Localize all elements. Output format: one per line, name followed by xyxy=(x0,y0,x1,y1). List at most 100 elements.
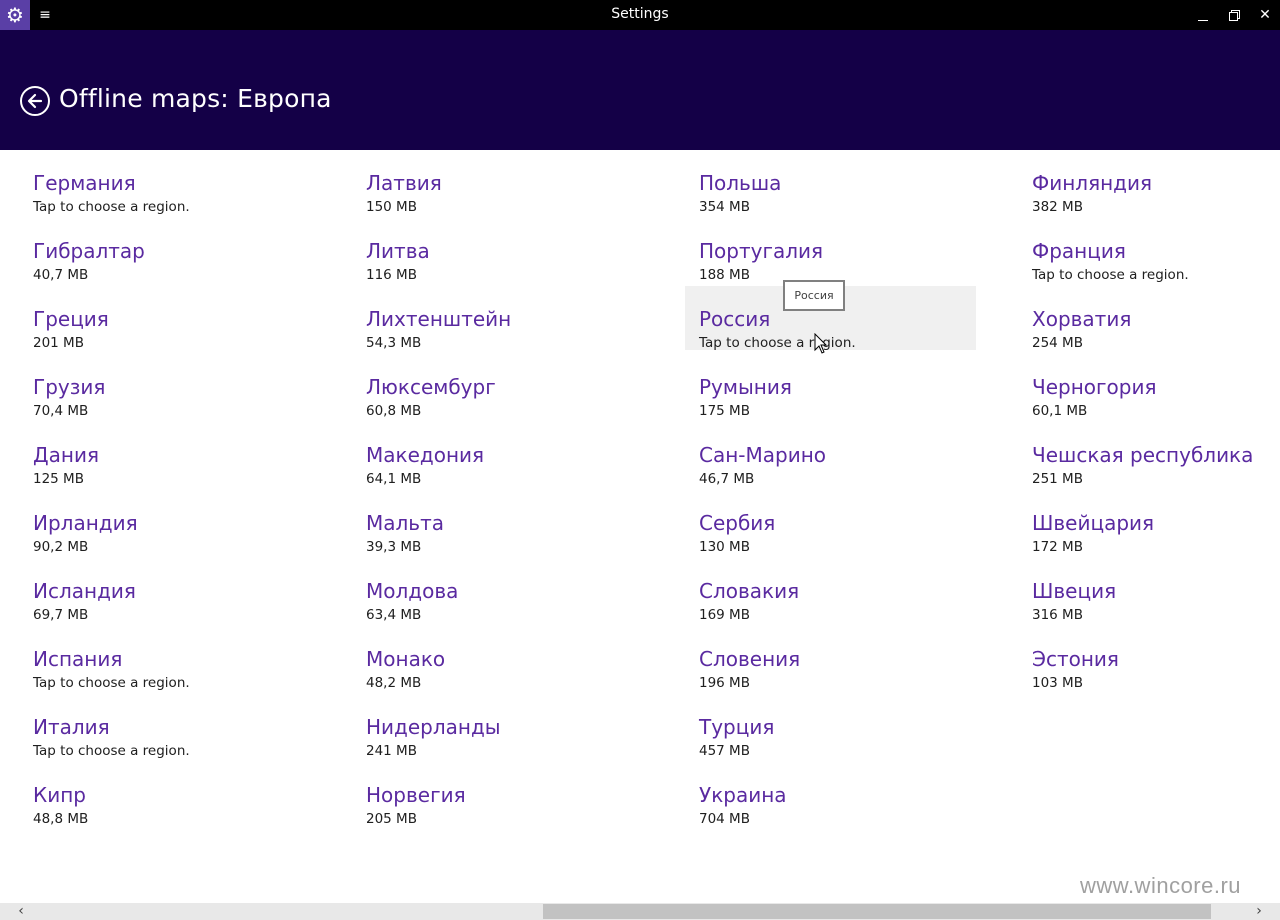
close-icon: ✕ xyxy=(1259,7,1271,23)
column-4: Финляндия 382 MB Франция Tap to choose a re… xyxy=(1032,170,1280,714)
country-item[interactable]: Греция 201 MB xyxy=(33,306,323,374)
country-size: 169 MB xyxy=(699,607,750,623)
country-item[interactable]: Монако 48,2 MB xyxy=(366,646,656,714)
country-name: Латвия xyxy=(366,171,442,195)
country-size: Tap to choose a region. xyxy=(33,675,190,691)
country-item[interactable]: Грузия 70,4 MB xyxy=(33,374,323,442)
country-name: Черногория xyxy=(1032,375,1157,399)
country-name: Германия xyxy=(33,171,136,195)
country-item[interactable]: Гибралтар 40,7 MB xyxy=(33,238,323,306)
country-name: Чешская республика xyxy=(1032,443,1254,467)
country-item[interactable]: Чешская республика 251 MB xyxy=(1032,442,1280,510)
country-name: Исландия xyxy=(33,579,136,603)
page-title: Offline maps: Европа xyxy=(59,84,332,113)
country-name: Мальта xyxy=(366,511,444,535)
country-size: 354 MB xyxy=(699,199,750,215)
country-size: 125 MB xyxy=(33,471,84,487)
country-size: 39,3 MB xyxy=(366,539,422,555)
column-2: Латвия 150 MB Литва 116 MB Лихтенштейн 54,3 M… xyxy=(366,170,666,850)
country-name: Гибралтар xyxy=(33,239,145,263)
chevron-right-icon[interactable]: › xyxy=(1248,903,1270,920)
country-item[interactable]: Македония 64,1 MB xyxy=(366,442,656,510)
country-item[interactable]: Кипр 48,8 MB xyxy=(33,782,323,850)
country-name: Норвегия xyxy=(366,783,466,807)
country-size: 103 MB xyxy=(1032,675,1083,691)
country-name: Хорватия xyxy=(1032,307,1132,331)
country-size: 150 MB xyxy=(366,199,417,215)
country-size: Tap to choose a region. xyxy=(699,335,856,351)
country-size: 63,4 MB xyxy=(366,607,422,623)
country-item[interactable]: Хорватия 254 MB xyxy=(1032,306,1280,374)
country-size: 116 MB xyxy=(366,267,417,283)
close-button[interactable]: ✕ xyxy=(1250,0,1280,30)
country-size: 205 MB xyxy=(366,811,417,827)
country-size: 90,2 MB xyxy=(33,539,89,555)
country-size: 40,7 MB xyxy=(33,267,89,283)
chevron-left-icon[interactable]: ‹ xyxy=(10,903,32,920)
country-item[interactable]: Швеция 316 MB xyxy=(1032,578,1280,646)
country-item[interactable]: Исландия 69,7 MB xyxy=(33,578,323,646)
country-name: Сан-Марино xyxy=(699,443,827,467)
country-size: Tap to choose a region. xyxy=(33,743,190,759)
country-item[interactable]: Нидерланды 241 MB xyxy=(366,714,656,782)
country-item[interactable]: Франция Tap to choose a region. xyxy=(1032,238,1280,306)
country-item[interactable]: Румыния 175 MB xyxy=(699,374,989,442)
country-item[interactable]: Дания 125 MB xyxy=(33,442,323,510)
country-item[interactable]: Сан-Марино 46,7 MB xyxy=(699,442,989,510)
country-name: Румыния xyxy=(699,375,792,399)
country-item[interactable]: Сербия 130 MB xyxy=(699,510,989,578)
country-item[interactable]: Ирландия 90,2 MB xyxy=(33,510,323,578)
minimize-icon xyxy=(1198,19,1208,21)
tooltip: Россия xyxy=(783,280,845,311)
country-name: Монако xyxy=(366,647,446,671)
country-size: 172 MB xyxy=(1032,539,1083,555)
country-item[interactable]: Швейцария 172 MB xyxy=(1032,510,1280,578)
watermark: www.wincore.ru xyxy=(1080,873,1242,898)
country-item[interactable]: Латвия 150 MB xyxy=(366,170,656,238)
country-name: Швеция xyxy=(1032,579,1117,603)
country-item[interactable]: Турция 457 MB xyxy=(699,714,989,782)
country-item[interactable]: Германия Tap to choose a region. xyxy=(33,170,323,238)
country-item[interactable]: Норвегия 205 MB xyxy=(366,782,656,850)
country-size: 60,8 MB xyxy=(366,403,422,419)
country-name: Кипр xyxy=(33,783,86,807)
country-size: Tap to choose a region. xyxy=(1032,267,1189,283)
country-item[interactable]: Украина 704 MB xyxy=(699,782,989,850)
country-item[interactable]: Мальта 39,3 MB xyxy=(366,510,656,578)
country-size: 70,4 MB xyxy=(33,403,89,419)
country-name: Ирландия xyxy=(33,511,138,535)
country-size: 46,7 MB xyxy=(699,471,755,487)
country-name: Турция xyxy=(699,715,775,739)
country-item[interactable]: Польша 354 MB xyxy=(699,170,989,238)
country-item[interactable]: Финляндия 382 MB xyxy=(1032,170,1280,238)
page-header: Offline maps: Европа xyxy=(0,30,1280,150)
country-size: 175 MB xyxy=(699,403,750,419)
back-button[interactable] xyxy=(20,86,50,116)
country-size: 251 MB xyxy=(1032,471,1083,487)
country-grid: Германия Tap to choose a region. Гибралтар… xyxy=(0,150,1280,900)
country-item[interactable]: Эстония 103 MB xyxy=(1032,646,1280,714)
restore-button[interactable] xyxy=(1219,0,1249,30)
country-item[interactable]: Молдова 63,4 MB xyxy=(366,578,656,646)
country-item[interactable]: Литва 116 MB xyxy=(366,238,656,306)
horizontal-scrollbar[interactable]: ‹ › xyxy=(0,903,1280,920)
country-size: 704 MB xyxy=(699,811,750,827)
country-size: 69,7 MB xyxy=(33,607,89,623)
country-size: 316 MB xyxy=(1032,607,1083,623)
column-1: Германия Tap to choose a region. Гибралтар… xyxy=(33,170,333,850)
country-size: 60,1 MB xyxy=(1032,403,1088,419)
country-item[interactable]: Словения 196 MB xyxy=(699,646,989,714)
country-item[interactable]: Словакия 169 MB xyxy=(699,578,989,646)
country-item[interactable]: Лихтенштейн 54,3 MB xyxy=(366,306,656,374)
country-name: Сербия xyxy=(699,511,776,535)
country-item[interactable]: Люксембург 60,8 MB xyxy=(366,374,656,442)
country-item[interactable]: Россия Tap to choose a region. xyxy=(685,286,989,374)
minimize-button[interactable] xyxy=(1188,0,1218,30)
country-item[interactable]: Испания Tap to choose a region. xyxy=(33,646,323,714)
scrollbar-thumb[interactable] xyxy=(543,904,1211,919)
country-name: Италия xyxy=(33,715,110,739)
country-size: 457 MB xyxy=(699,743,750,759)
country-item[interactable]: Италия Tap to choose a region. xyxy=(33,714,323,782)
country-name: Молдова xyxy=(366,579,459,603)
country-item[interactable]: Черногория 60,1 MB xyxy=(1032,374,1280,442)
